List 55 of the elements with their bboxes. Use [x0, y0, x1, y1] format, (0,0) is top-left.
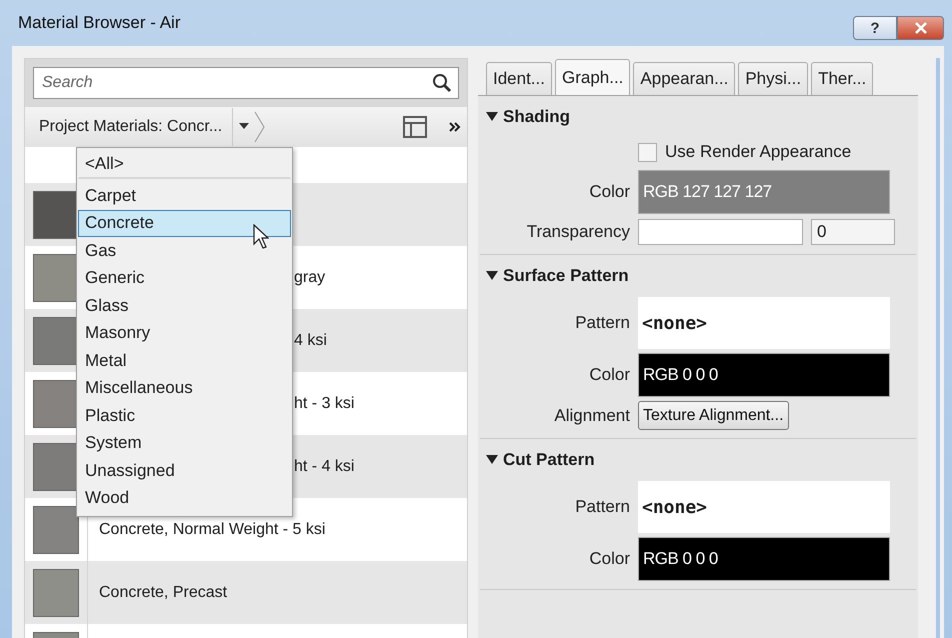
panel-layout-icon[interactable]: [403, 116, 427, 138]
color-swatch-field[interactable]: RGB 127 127 127: [638, 170, 890, 214]
menu-item[interactable]: Generic: [78, 264, 291, 292]
menu-item[interactable]: Carpet: [78, 182, 291, 210]
mouse-cursor-icon: [253, 224, 269, 250]
double-chevron-icon[interactable]: [449, 122, 461, 132]
expand-triangle-icon: [486, 112, 498, 122]
section-header[interactable]: Cut Pattern: [480, 439, 916, 481]
material-name[interactable]: ht - 3 ksi: [294, 394, 354, 412]
menu-item[interactable]: Metal: [78, 347, 291, 374]
tab[interactable]: Ident...: [486, 62, 552, 95]
window-title: Material Browser - Air: [18, 13, 180, 33]
menu-item[interactable]: Concrete: [78, 210, 291, 237]
menu-item[interactable]: System: [78, 430, 291, 457]
search-field[interactable]: Search: [33, 67, 459, 99]
tab[interactable]: Appearan...: [633, 62, 736, 95]
checkbox-label: Use Render Appearance: [665, 142, 852, 162]
field-label: Color: [588, 182, 630, 202]
field-label: Transparency: [526, 222, 630, 242]
tab[interactable]: Graph...: [554, 59, 630, 95]
material-name[interactable]: Concrete, Normal Weight - 5 ksi: [99, 520, 326, 538]
field-label: Color: [588, 365, 630, 385]
menu-item[interactable]: Glass: [78, 292, 291, 320]
material-name[interactable]: 4 ksi: [294, 332, 327, 350]
menu-item[interactable]: Masonry: [78, 320, 291, 347]
color-swatch-field[interactable]: RGB 0 0 0: [638, 537, 890, 581]
close-icon: [914, 22, 928, 34]
menu-item[interactable]: Miscellaneous: [78, 374, 291, 402]
menu-item[interactable]: Unassigned: [78, 457, 291, 484]
search-icon: [432, 73, 452, 93]
field-label: Color: [588, 549, 630, 569]
section-header[interactable]: Surface Pattern: [480, 255, 916, 297]
transparency-field[interactable]: [638, 219, 803, 245]
checkbox[interactable]: [638, 142, 657, 162]
pattern-field[interactable]: <none>: [638, 481, 890, 533]
expand-triangle-icon: [486, 455, 498, 465]
color-swatch-field[interactable]: RGB 0 0 0: [638, 353, 890, 397]
field-label: Alignment: [553, 406, 630, 426]
tab[interactable]: Physi...: [738, 62, 808, 95]
material-name[interactable]: ht - 4 ksi: [294, 458, 354, 476]
pattern-field[interactable]: <none>: [638, 297, 890, 349]
field-label: Pattern: [574, 497, 630, 517]
expand-triangle-icon: [486, 271, 498, 281]
menu-item[interactable]: Wood: [78, 484, 291, 512]
number-field[interactable]: 0: [811, 219, 895, 245]
menu-item[interactable]: Plastic: [78, 402, 291, 430]
section-header[interactable]: Shading: [480, 96, 916, 138]
field-label: Pattern: [574, 313, 630, 333]
menu-item[interactable]: Gas: [78, 237, 291, 264]
material-name[interactable]: gray: [294, 268, 326, 286]
material-name[interactable]: Concrete, Precast: [99, 584, 228, 602]
close-button[interactable]: [897, 16, 944, 40]
texture-alignment-button[interactable]: Texture Alignment...: [638, 401, 789, 430]
tab[interactable]: Ther...: [811, 62, 874, 95]
help-button[interactable]: ?: [853, 16, 897, 40]
